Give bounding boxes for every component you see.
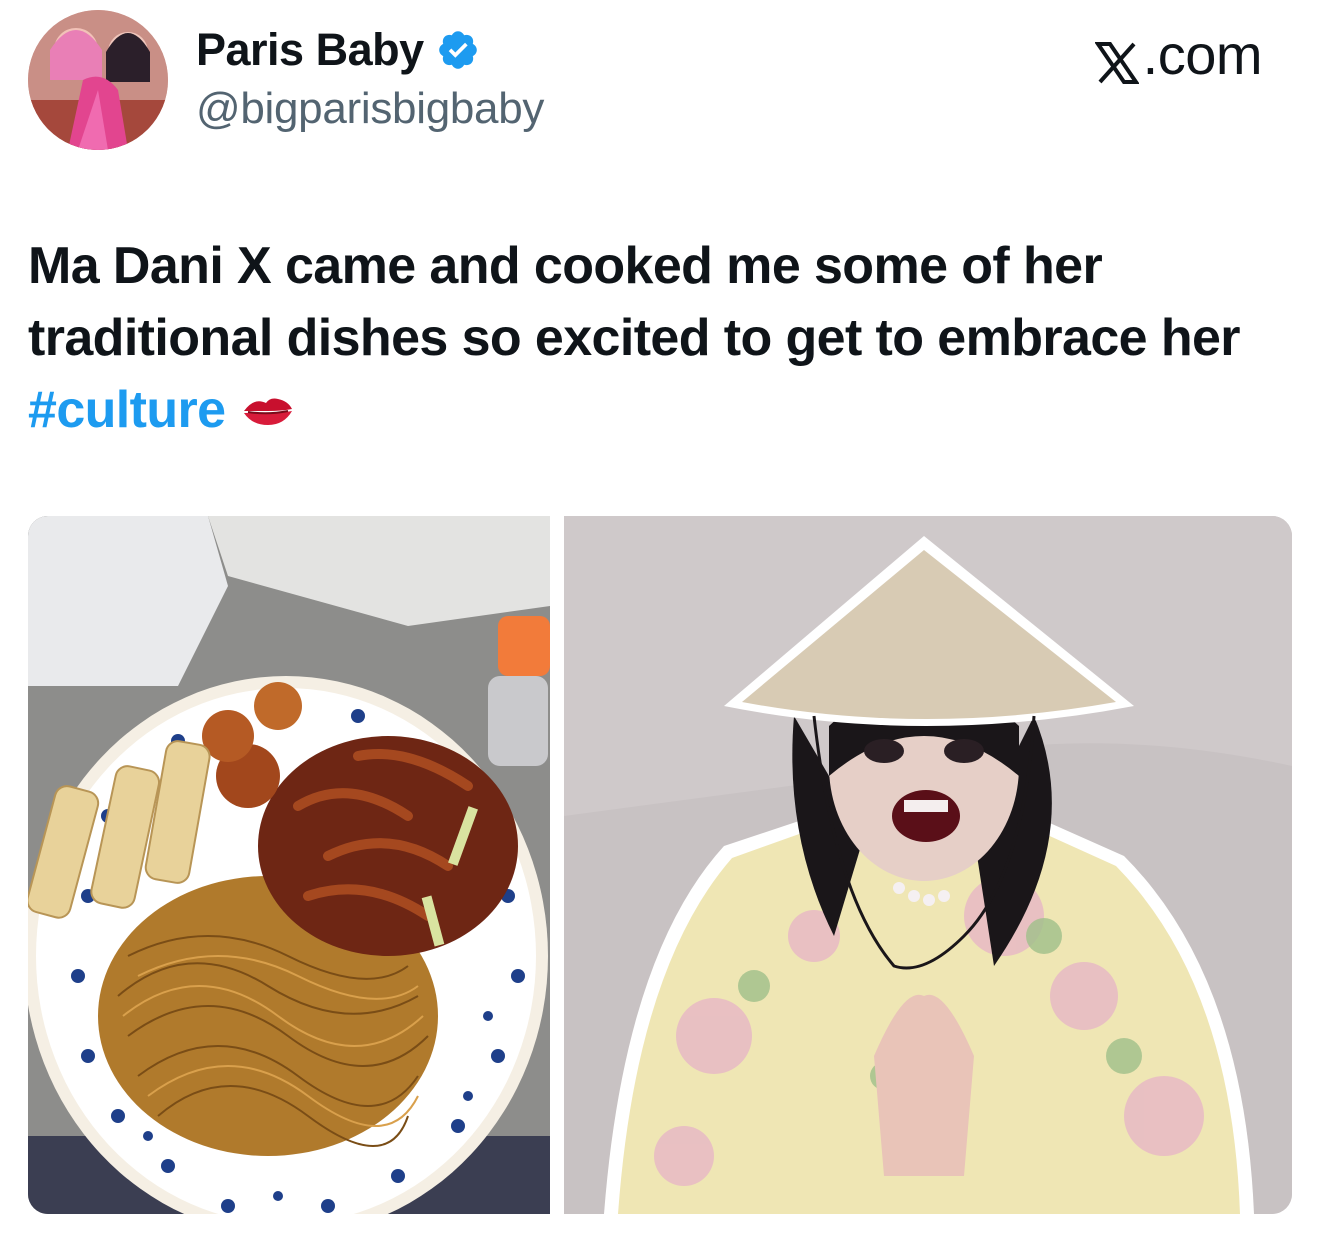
author-handle[interactable]: @bigparisbigbaby: [196, 84, 544, 134]
source-watermark: .com: [1093, 22, 1263, 87]
avatar[interactable]: [28, 10, 168, 150]
author-name-row: Paris Baby: [196, 24, 480, 76]
x-logo-icon: [1093, 33, 1140, 84]
tweet-text: Ma Dani X came and cooked me some of her…: [28, 230, 1288, 446]
verified-badge-icon: [436, 28, 480, 72]
kiss-mark-icon: [240, 378, 296, 425]
display-name[interactable]: Paris Baby: [196, 24, 424, 76]
media-photo-food[interactable]: [28, 516, 550, 1214]
source-label: .com: [1142, 23, 1263, 86]
media-grid: [28, 516, 1292, 1214]
tweet-body: Ma Dani X came and cooked me some of her…: [28, 237, 1241, 367]
media-photo-person[interactable]: [564, 516, 1292, 1214]
hashtag-link[interactable]: #culture: [28, 381, 226, 439]
